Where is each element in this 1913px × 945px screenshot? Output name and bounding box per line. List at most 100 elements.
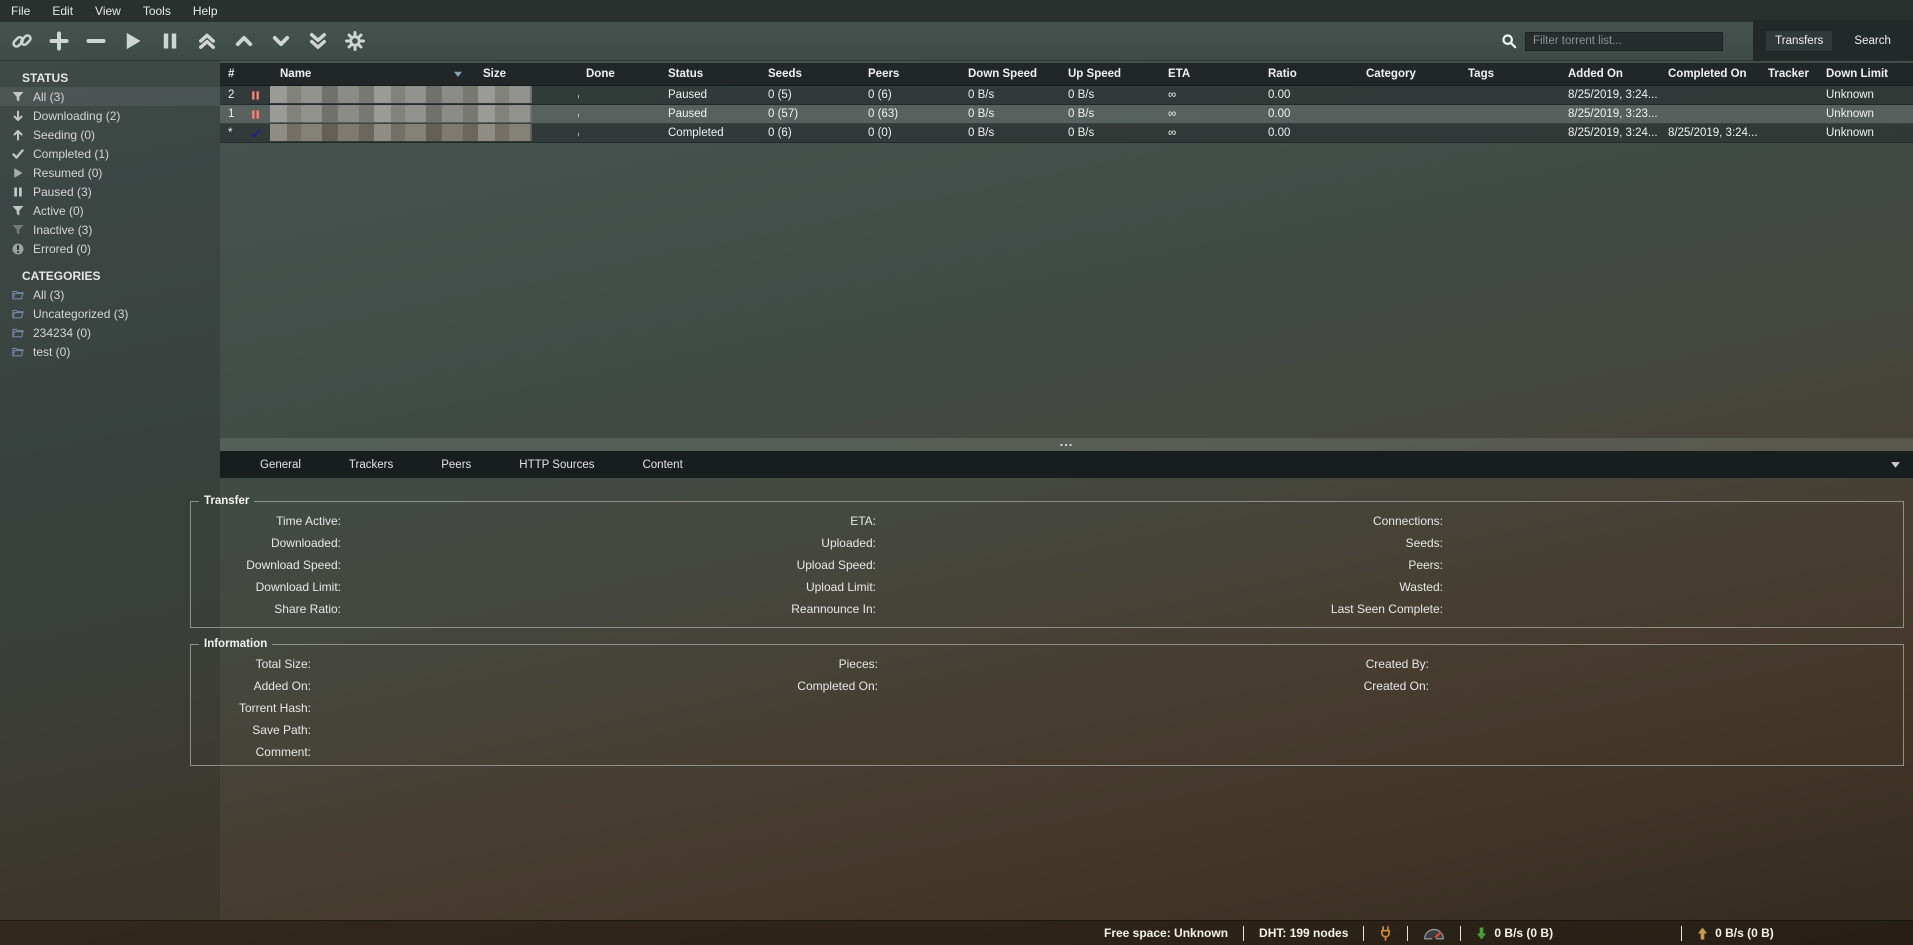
panel-collapse-chevron-icon[interactable] bbox=[1890, 459, 1901, 470]
move-bottom-button[interactable] bbox=[303, 27, 333, 55]
tab-content[interactable]: Content bbox=[630, 455, 694, 475]
column-header-completed_on[interactable]: Completed On bbox=[1660, 63, 1760, 85]
menu-view[interactable]: View bbox=[84, 0, 132, 22]
menu-help[interactable]: Help bbox=[182, 0, 229, 22]
info-created-by-label: Created By: bbox=[1271, 657, 1429, 671]
tab-trackers[interactable]: Trackers bbox=[337, 455, 405, 475]
tab-general[interactable]: General bbox=[248, 455, 313, 475]
chev-down-icon bbox=[271, 31, 291, 51]
column-header-down_limit[interactable]: Down Limit bbox=[1818, 63, 1913, 85]
download-speed-status[interactable]: 0 B/s (0 B) bbox=[1476, 926, 1553, 940]
upload-speed-status[interactable]: 0 B/s (0 B) bbox=[1697, 926, 1774, 940]
column-label-seeds: Seeds bbox=[768, 68, 802, 80]
panel-splitter[interactable]: ... bbox=[220, 438, 1913, 451]
column-header-tags[interactable]: Tags bbox=[1460, 63, 1560, 85]
connection-status-icon[interactable] bbox=[1379, 926, 1392, 941]
filter-status-active-0[interactable]: Active (0) bbox=[0, 201, 220, 220]
column-header-added_on[interactable]: Added On bbox=[1560, 63, 1660, 85]
column-header-name[interactable]: Name bbox=[272, 63, 475, 85]
filter-status-downloading-2[interactable]: Downloading (2) bbox=[0, 106, 220, 125]
category-234234-0[interactable]: 234234 (0) bbox=[0, 323, 220, 342]
transfer-reannounce-in-label: Reannounce In: bbox=[736, 602, 876, 616]
column-header-ratio[interactable]: Ratio bbox=[1260, 63, 1358, 85]
cell-down_speed: 0 B/s bbox=[960, 89, 1060, 101]
transfer-upload-limit-row: Upload Limit: bbox=[736, 576, 1271, 598]
move-up-button[interactable] bbox=[229, 27, 259, 55]
transfer-fieldset: Transfer Time Active:Downloaded:Download… bbox=[190, 495, 1904, 628]
cell-ratio: 0.00 bbox=[1260, 89, 1358, 101]
statusbar-separator bbox=[1407, 926, 1408, 941]
cell-down_limit: Unknown bbox=[1818, 108, 1913, 120]
alt-speed-limits-icon[interactable] bbox=[1423, 926, 1445, 940]
filter-status-all-3[interactable]: All (3) bbox=[0, 87, 220, 106]
menu-file[interactable]: File bbox=[0, 0, 41, 22]
categories-section-header[interactable]: CATEGORIES bbox=[0, 266, 220, 285]
menu-edit[interactable]: Edit bbox=[41, 0, 84, 22]
cell-status: Completed bbox=[660, 127, 760, 139]
category-test-0[interactable]: test (0) bbox=[0, 342, 220, 361]
progress-text: 0.4% bbox=[578, 89, 579, 101]
column-label-category: Category bbox=[1366, 68, 1416, 80]
delete-torrent-button[interactable] bbox=[81, 27, 111, 55]
filter-torrent-input[interactable] bbox=[1525, 32, 1723, 51]
column-label-eta: ETA bbox=[1168, 68, 1190, 80]
folder-icon bbox=[11, 327, 25, 339]
view-transfers-button[interactable]: Transfers bbox=[1766, 31, 1832, 51]
categories-header-label: CATEGORIES bbox=[22, 269, 100, 283]
category-uncategorized-3[interactable]: Uncategorized (3) bbox=[0, 304, 220, 323]
column-header-done[interactable]: Done bbox=[578, 63, 660, 85]
tab-http-sources[interactable]: HTTP Sources bbox=[507, 455, 606, 475]
tab-peers[interactable]: Peers bbox=[429, 455, 483, 475]
filter-status-inactive-3[interactable]: Inactive (3) bbox=[0, 220, 220, 239]
column-label-up_speed: Up Speed bbox=[1068, 68, 1121, 80]
filter-status-paused-3[interactable]: Paused (3) bbox=[0, 182, 220, 201]
filter-status-resumed-0[interactable]: Resumed (0) bbox=[0, 163, 220, 182]
filter-icon bbox=[11, 91, 25, 103]
cell-num: * bbox=[220, 127, 245, 139]
column-header-down_speed[interactable]: Down Speed bbox=[960, 63, 1060, 85]
category-all-3[interactable]: All (3) bbox=[0, 285, 220, 304]
column-header-up_speed[interactable]: Up Speed bbox=[1060, 63, 1160, 85]
toolbar bbox=[0, 22, 1913, 61]
column-header-status[interactable]: Status bbox=[660, 63, 760, 85]
add-torrent-button[interactable] bbox=[44, 27, 74, 55]
menu-tools[interactable]: Tools bbox=[132, 0, 182, 22]
cell-peers: 0 (0) bbox=[860, 127, 960, 139]
column-header-eta[interactable]: ETA bbox=[1160, 63, 1260, 85]
column-header-size[interactable]: Size bbox=[475, 63, 578, 85]
column-header-peers[interactable]: Peers bbox=[860, 63, 960, 85]
column-label-name: Name bbox=[280, 68, 311, 80]
column-header-state[interactable] bbox=[245, 63, 272, 85]
status-section-header[interactable]: STATUS bbox=[0, 68, 220, 87]
view-search-button[interactable]: Search bbox=[1845, 31, 1899, 51]
move-top-button[interactable] bbox=[192, 27, 222, 55]
filter-status-active-0-label: Active (0) bbox=[33, 204, 84, 218]
torrent-row[interactable]: *100.0%Completed0 (6)0 (0)0 B/s0 B/s∞0.0… bbox=[220, 124, 1913, 143]
column-header-seeds[interactable]: Seeds bbox=[760, 63, 860, 85]
filter-status-inactive-3-label: Inactive (3) bbox=[33, 223, 92, 237]
transfer-eta-row: ETA: bbox=[736, 510, 1271, 532]
pause-button[interactable] bbox=[155, 27, 185, 55]
filter-status-errored-0[interactable]: Errored (0) bbox=[0, 239, 220, 258]
options-button[interactable] bbox=[340, 27, 370, 55]
torrent-row[interactable]: 19.2%Paused0 (57)0 (63)0 B/s0 B/s∞0.008/… bbox=[220, 105, 1913, 124]
column-header-tracker[interactable]: Tracker bbox=[1760, 63, 1818, 85]
add-magnet-button[interactable] bbox=[7, 27, 37, 55]
upload-arrow-icon bbox=[1697, 927, 1708, 940]
torrent-row[interactable]: 20.4%Paused0 (5)0 (6)0 B/s0 B/s∞0.008/25… bbox=[220, 86, 1913, 105]
column-header-num[interactable]: # bbox=[220, 63, 245, 85]
information-legend: Information bbox=[199, 638, 272, 650]
pause-state-icon bbox=[250, 90, 261, 101]
play-icon bbox=[123, 31, 143, 51]
transfer-connections-row: Connections: bbox=[1271, 510, 1903, 532]
transfer-download-speed-label: Download Speed: bbox=[191, 558, 341, 572]
dchev-down-icon bbox=[308, 31, 328, 51]
move-down-button[interactable] bbox=[266, 27, 296, 55]
column-header-category[interactable]: Category bbox=[1358, 63, 1460, 85]
filter-status-completed-1[interactable]: Completed (1) bbox=[0, 144, 220, 163]
resume-button[interactable] bbox=[118, 27, 148, 55]
filter-status-seeding-0[interactable]: Seeding (0) bbox=[0, 125, 220, 144]
splitter-handle[interactable]: ... bbox=[1060, 434, 1074, 449]
folder-icon bbox=[11, 308, 25, 320]
cell-up_speed: 0 B/s bbox=[1060, 108, 1160, 120]
